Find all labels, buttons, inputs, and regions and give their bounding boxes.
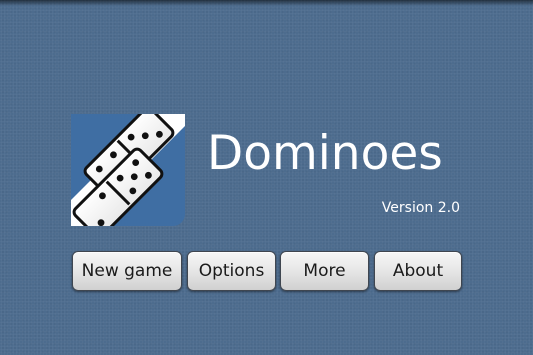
status-bar-shadow — [0, 0, 533, 6]
more-button[interactable]: More — [280, 251, 369, 291]
new-game-button[interactable]: New game — [72, 251, 182, 291]
options-button[interactable]: Options — [187, 251, 276, 291]
version-label: Version 2.0 — [381, 200, 460, 216]
dominoes-logo-icon — [71, 114, 185, 226]
app-title: Dominoes — [207, 126, 443, 181]
about-button[interactable]: About — [374, 251, 462, 291]
